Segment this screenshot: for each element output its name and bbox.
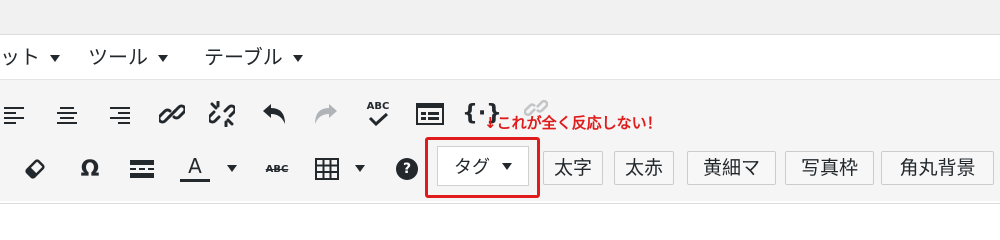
down-arrow-icon: ↓	[484, 114, 497, 132]
code-sample-icon	[416, 103, 444, 125]
annotation-text: これが全く反応しない！	[496, 114, 662, 132]
align-right-button[interactable]	[104, 100, 134, 130]
table-dropdown[interactable]	[352, 158, 368, 178]
top-bar	[0, 0, 1000, 34]
annotation-note: ↓これが全く反応しない！	[484, 112, 662, 134]
chevron-down-icon	[50, 55, 60, 62]
spellcheck-label: ABC	[366, 100, 390, 112]
undo-icon	[263, 104, 285, 124]
align-right-icon	[110, 107, 130, 124]
text-color-swatch	[180, 179, 210, 182]
quicktag-yellow-marker-button[interactable]: 黄細マ	[687, 151, 776, 185]
page-break-button[interactable]	[126, 154, 158, 184]
menu-format[interactable]: ット	[0, 35, 60, 79]
text-color-letter: A	[188, 154, 202, 178]
editor-menubar: ット ツール テーブル	[0, 35, 1000, 80]
highlight-box	[425, 137, 540, 198]
link-icon	[159, 104, 185, 124]
unlink-button[interactable]	[206, 98, 238, 130]
align-center-icon	[57, 107, 77, 124]
strikethrough-button[interactable]: ABC	[262, 156, 292, 182]
chevron-down-icon	[158, 55, 168, 62]
undo-button[interactable]	[258, 98, 290, 130]
table-button[interactable]	[312, 154, 342, 184]
menu-table[interactable]: テーブル	[204, 35, 303, 79]
special-character-button[interactable]: Ω	[74, 154, 106, 184]
insert-link-button[interactable]	[156, 98, 188, 130]
chevron-down-icon	[355, 164, 365, 172]
align-center-button[interactable]	[52, 100, 82, 130]
checkmark-icon	[368, 112, 389, 126]
code-sample-button[interactable]	[414, 99, 446, 129]
spellcheck-button[interactable]: ABC	[362, 96, 394, 130]
text-color-button[interactable]: A	[176, 152, 214, 186]
strikethrough-label: ABC	[265, 163, 289, 175]
table-icon	[315, 158, 339, 180]
help-button[interactable]: ?	[394, 156, 420, 182]
quicktag-rounded-background-button[interactable]: 角丸背景	[881, 151, 994, 185]
menu-tools[interactable]: ツール	[88, 35, 168, 79]
quicktag-bold-button[interactable]: 太字	[543, 151, 603, 185]
menu-format-label: ット	[0, 45, 40, 69]
omega-icon: Ω	[80, 156, 100, 182]
chevron-down-icon	[292, 55, 303, 62]
menu-table-label: テーブル	[204, 45, 283, 69]
chevron-down-icon	[227, 164, 237, 172]
unlink-icon	[209, 101, 235, 127]
quicktag-photo-frame-button[interactable]: 写真枠	[785, 151, 874, 185]
eraser-icon	[25, 159, 45, 179]
menu-tools-label: ツール	[88, 45, 148, 69]
redo-icon	[315, 104, 337, 124]
align-left-icon	[4, 107, 24, 124]
clear-formatting-button[interactable]	[20, 154, 50, 184]
help-icon: ?	[396, 158, 418, 180]
align-left-button[interactable]	[0, 100, 30, 130]
quicktag-bold-red-button[interactable]: 太赤	[614, 151, 674, 185]
text-color-dropdown[interactable]	[224, 158, 240, 178]
page-break-icon	[130, 160, 154, 178]
redo-button[interactable]	[310, 98, 342, 130]
